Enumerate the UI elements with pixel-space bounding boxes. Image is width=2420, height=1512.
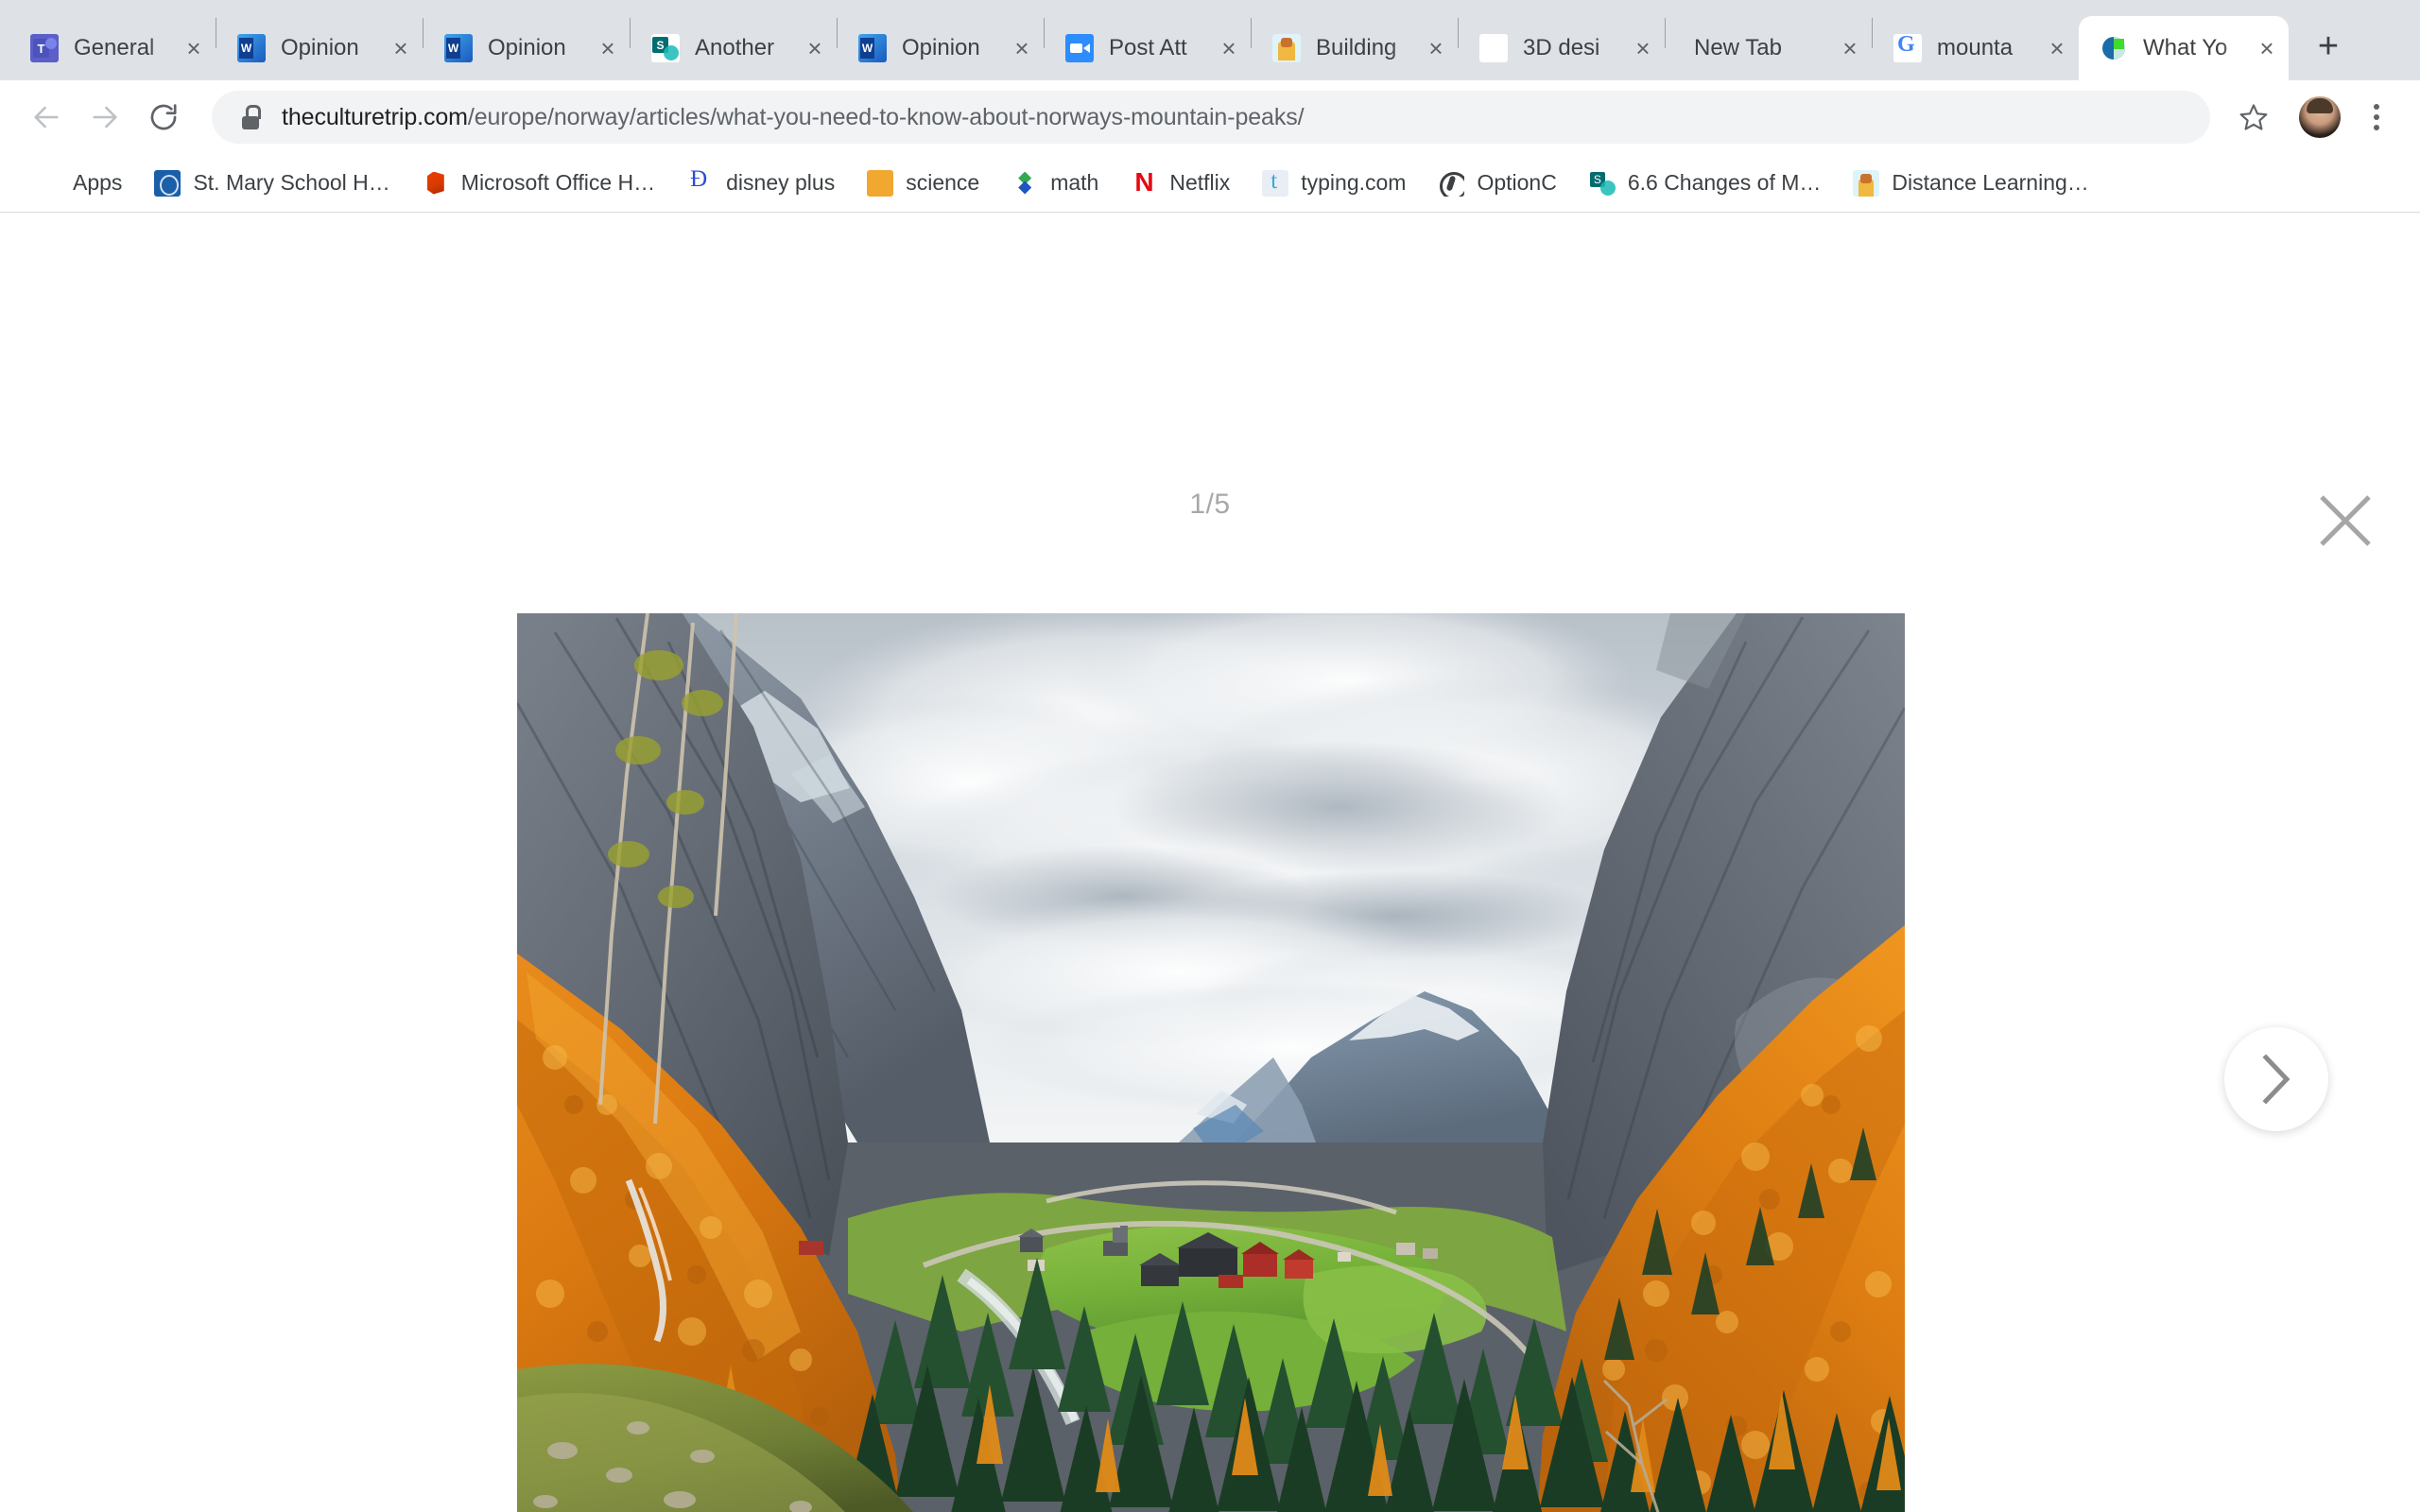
browser-toolbar: theculturetrip.com/europe/norway/article… [0,80,2420,154]
browser-tab[interactable]: Building × [1252,16,1458,80]
new-tab-button[interactable]: + [2302,20,2355,73]
tab-close-button[interactable]: × [1420,32,1452,64]
teams-icon [30,34,59,62]
browser-tab[interactable]: 3D desi × [1459,16,1665,80]
browser-tab[interactable]: Another × [631,16,837,80]
tab-close-button[interactable]: × [1213,32,1245,64]
bookmark-apps[interactable]: Apps [21,162,135,205]
bookmark-label: math [1050,170,1099,195]
typing-icon [1262,169,1289,197]
tab-title: What Yo [2143,35,2228,60]
bookmark-disney-plus[interactable]: disney plus [674,162,848,205]
bookmark-changes-of-m[interactable]: 6.6 Changes of M… [1576,162,1835,205]
bookmark-math[interactable]: math [998,162,1112,205]
bookmark-star-icon[interactable] [2229,93,2278,142]
culturetrip-icon [2100,34,2128,62]
tab-close-button[interactable]: × [385,32,417,64]
tab-title: Another [695,35,775,60]
bookmarks-bar: Apps St. Mary School H… Microsoft Office… [0,154,2420,213]
url-host: theculturetrip.com [282,103,468,130]
science-circle-icon [867,169,894,197]
tab-close-button[interactable]: × [799,32,831,64]
browser-menu-button[interactable] [2354,91,2399,144]
url-path: /europe/norway/articles/what-you-need-to… [467,103,1305,130]
google-icon [1893,34,1922,62]
bookmark-label: Apps [73,170,123,195]
page-content: 1/5 [0,213,2420,1512]
bitmoji-icon [1272,34,1301,62]
sharepoint-icon [651,34,680,62]
bookmark-netflix[interactable]: Netflix [1117,162,1243,205]
bookmark-label: 6.6 Changes of M… [1627,170,1822,195]
chevron-right-icon [2262,1054,2290,1105]
browser-tab[interactable]: Opinion × [216,16,423,80]
lightbox-close-button[interactable] [2307,482,2384,559]
bookmark-microsoft-office[interactable]: Microsoft Office H… [409,162,668,205]
word-icon [444,34,473,62]
address-bar[interactable]: theculturetrip.com/europe/norway/article… [212,91,2210,144]
browser-tab[interactable]: mounta × [1873,16,2079,80]
browser-tab[interactable]: New Tab × [1666,16,1872,80]
close-icon [2320,495,2371,546]
address-bar-url: theculturetrip.com/europe/norway/article… [282,104,1305,131]
bitmoji-icon [1853,169,1880,197]
optionc-icon [1438,169,1465,197]
netflix-icon [1131,169,1158,197]
tab-title: New Tab [1694,35,1782,60]
tab-close-button[interactable]: × [2251,32,2283,64]
tab-close-button[interactable]: × [178,32,210,64]
tab-close-button[interactable]: × [2041,32,2073,64]
st-mary-icon [154,169,182,197]
profile-avatar[interactable] [2299,96,2341,138]
browser-tab[interactable]: Opinion × [424,16,630,80]
bookmark-label: Netflix [1169,170,1231,195]
tab-close-button[interactable]: × [1006,32,1038,64]
lightbox-next-button[interactable] [2224,1027,2328,1131]
lightbox-counter: 1/5 [1189,489,1231,520]
tab-title: 3D desi [1523,35,1600,60]
tab-title: mounta [1937,35,2014,60]
bookmark-st-mary-school[interactable]: St. Mary School H… [141,162,403,205]
disney-icon [687,169,715,197]
tab-title: Building [1316,35,1397,60]
browser-tab-active[interactable]: What Yo × [2079,16,2289,80]
apps-grid-icon [34,170,60,197]
tab-title: General [74,35,155,60]
office-icon [422,169,449,197]
tab-title: Post Att [1109,35,1187,60]
tab-close-button[interactable]: × [592,32,624,64]
word-icon [858,34,887,62]
browser-tab[interactable]: Post Att × [1045,16,1251,80]
tab-title: Opinion [902,35,980,60]
browser-tab-strip: General × Opinion × Opinion × Another × … [0,0,2420,80]
tab-close-button[interactable]: × [1627,32,1659,64]
tab-title: Opinion [488,35,566,60]
bookmark-label: science [906,170,980,195]
tinkercad-icon [1479,34,1508,62]
word-icon [237,34,266,62]
bookmark-label: Microsoft Office H… [460,170,656,195]
drive-diamond-icon [1011,170,1038,197]
bookmark-label: Distance Learning… [1892,170,2089,195]
tab-close-button[interactable]: × [1834,32,1866,64]
norway-valley-photograph [517,613,1905,1512]
zoom-icon [1065,34,1094,62]
bookmark-label: typing.com [1301,170,1407,195]
browser-tab[interactable]: Opinion × [838,16,1044,80]
forward-button[interactable] [76,88,134,146]
lightbox-photo[interactable] [517,613,1905,1512]
bookmark-science[interactable]: science [854,162,993,205]
bookmark-label: disney plus [726,170,836,195]
bookmark-optionc[interactable]: OptionC [1425,162,1569,205]
bookmark-label: OptionC [1477,170,1557,195]
lock-icon [240,105,261,129]
reload-button[interactable] [134,88,193,146]
bookmark-distance-learning[interactable]: Distance Learning… [1840,162,2101,205]
bookmark-label: St. Mary School H… [193,170,390,195]
bookmark-typing-com[interactable]: typing.com [1249,162,1419,205]
browser-tab[interactable]: General × [9,16,216,80]
tab-title: Opinion [281,35,359,60]
sharepoint-icon [1588,169,1616,197]
back-button[interactable] [17,88,76,146]
